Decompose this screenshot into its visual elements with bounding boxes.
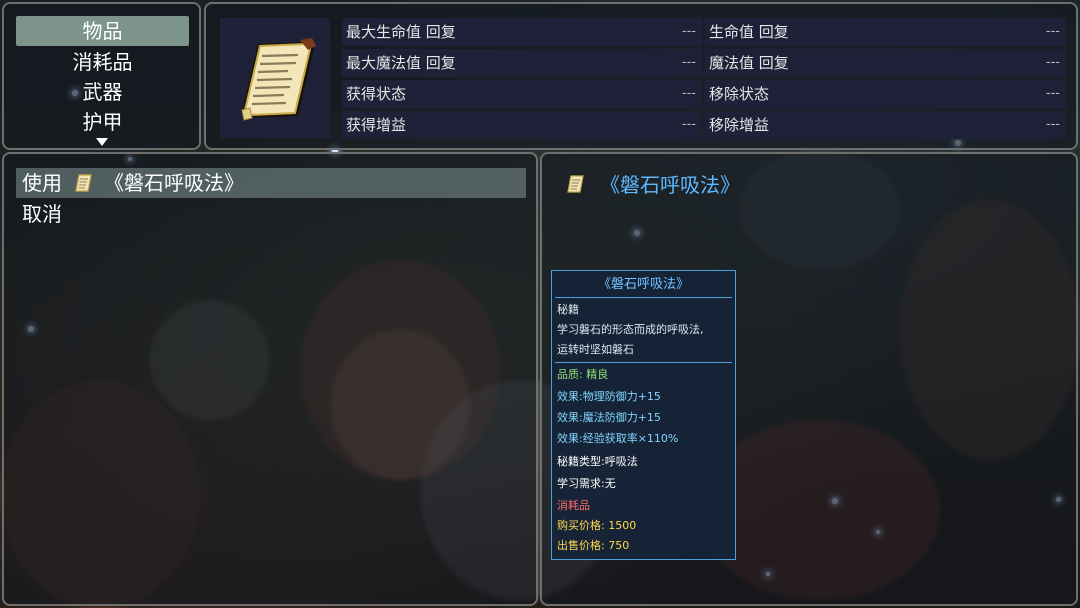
stat-value: --- xyxy=(1045,55,1060,70)
tooltip-sell-price: 出售价格: 750 xyxy=(557,539,630,552)
item-portrait xyxy=(220,18,330,138)
command-use-item[interactable]: 使用 《磐石呼吸法》 xyxy=(16,168,526,198)
scroll-icon xyxy=(566,174,586,198)
tooltip-quality: 品质: 精良 xyxy=(557,368,609,381)
stat-value: --- xyxy=(681,86,696,101)
tooltip-description-line: 运转时坚如磐石 xyxy=(557,343,634,356)
category-item-armor[interactable]: 护甲 xyxy=(16,107,189,137)
stat-label: 获得状态 xyxy=(346,85,407,103)
stat-remove-state: 移除状态 --- xyxy=(705,80,1066,108)
stat-label: 生命值 回复 xyxy=(709,23,789,41)
stat-label: 魔法值 回复 xyxy=(709,54,789,72)
use-label: 使用 xyxy=(22,171,62,195)
item-effects-window: 最大生命值 回复 --- 最大魔法值 回复 --- 获得状态 --- 获得增益 … xyxy=(204,2,1078,150)
tooltip-skill-type: 秘籍类型:呼吸法 xyxy=(557,455,638,468)
tooltip-effect: 效果:物理防御力+15 xyxy=(557,390,661,403)
tooltip-description-line: 学习磐石的形态而成的呼吸法, xyxy=(557,323,704,336)
stat-value: --- xyxy=(1045,117,1060,132)
stat-mp-recover: 魔法值 回复 --- xyxy=(705,49,1066,77)
stat-remove-buff: 移除增益 --- xyxy=(705,111,1066,139)
tooltip-divider xyxy=(555,362,732,363)
tooltip-item-kind: 消耗品 xyxy=(557,499,590,512)
scroll-down-arrow-icon[interactable] xyxy=(96,138,108,146)
stat-value: --- xyxy=(681,55,696,70)
stat-label: 移除状态 xyxy=(709,85,770,103)
category-item-weapons[interactable]: 武器 xyxy=(16,77,189,107)
stat-max-hp-recover: 最大生命值 回复 --- xyxy=(342,18,702,46)
tooltip-effect: 效果:经验获取率×110% xyxy=(557,432,679,445)
item-name: 《磐石呼吸法》 xyxy=(104,171,244,195)
stat-hp-recover: 生命值 回复 --- xyxy=(705,18,1066,46)
stat-label: 最大魔法值 回复 xyxy=(346,54,456,72)
tooltip-buy-price: 购买价格: 1500 xyxy=(557,519,637,532)
scroll-icon xyxy=(74,173,94,197)
command-cancel[interactable]: 取消 xyxy=(22,199,62,229)
stat-value: --- xyxy=(1045,86,1060,101)
tooltip-requirement: 学习需求:无 xyxy=(557,477,616,490)
item-tooltip: 《磐石呼吸法》 秘籍 学习磐石的形态而成的呼吸法, 运转时坚如磐石 品质: 精良… xyxy=(551,270,736,560)
stat-max-mp-recover: 最大魔法值 回复 --- xyxy=(342,49,702,77)
scroll-icon xyxy=(241,38,316,121)
stat-value: --- xyxy=(681,24,696,39)
tooltip-divider xyxy=(555,297,732,298)
tooltip-category: 秘籍 xyxy=(557,303,579,316)
tooltip-effect: 效果:魔法防御力+15 xyxy=(557,411,661,424)
category-item-items[interactable]: 物品 xyxy=(16,16,189,46)
stat-label: 获得增益 xyxy=(346,116,407,134)
stat-value: --- xyxy=(681,117,696,132)
stat-gain-state: 获得状态 --- xyxy=(342,80,702,108)
category-item-consumables[interactable]: 消耗品 xyxy=(16,47,189,77)
item-command-window: 使用 《磐石呼吸法》 取消 xyxy=(2,152,538,606)
stat-value: --- xyxy=(1045,24,1060,39)
stat-gain-buff: 获得增益 --- xyxy=(342,111,702,139)
stat-label: 移除增益 xyxy=(709,116,770,134)
tooltip-title: 《磐石呼吸法》 xyxy=(597,277,689,292)
item-category-window: 物品 消耗品 武器 护甲 xyxy=(2,2,201,150)
detail-item-title: 《磐石呼吸法》 xyxy=(600,173,740,197)
item-detail-window: 《磐石呼吸法》 《磐石呼吸法》 秘籍 学习磐石的形态而成的呼吸法, 运转时坚如磐… xyxy=(540,152,1078,606)
stat-label: 最大生命值 回复 xyxy=(346,23,456,41)
